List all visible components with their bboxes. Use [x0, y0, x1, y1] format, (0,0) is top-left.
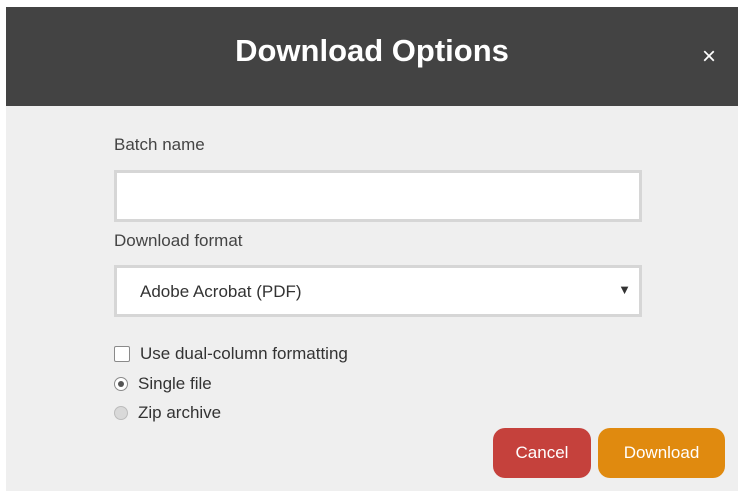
dual-column-label: Use dual-column formatting [140, 344, 348, 363]
dual-column-checkbox[interactable] [114, 346, 130, 362]
single-file-label: Single file [138, 374, 212, 393]
download-options-dialog: Download Options × Batch name Download f… [6, 7, 738, 491]
dialog-title: Download Options [235, 33, 509, 68]
dual-column-option[interactable]: Use dual-column formatting [114, 343, 348, 365]
single-file-option[interactable]: Single file [114, 373, 212, 395]
cancel-button[interactable]: Cancel [493, 428, 591, 478]
dropdown-arrow-icon: ▼ [618, 282, 631, 297]
zip-archive-option[interactable]: Zip archive [114, 402, 221, 424]
zip-archive-label: Zip archive [138, 403, 222, 422]
close-icon[interactable]: × [702, 45, 716, 69]
download-button[interactable]: Download [598, 428, 725, 478]
dialog-header: Download Options × [6, 7, 738, 106]
download-format-label: Download format [114, 231, 243, 250]
zip-archive-radio[interactable] [114, 406, 128, 420]
single-file-radio[interactable] [114, 377, 128, 391]
download-format-select[interactable]: Adobe Acrobat (PDF) ▼ [114, 265, 642, 317]
batch-name-input[interactable] [114, 170, 642, 222]
batch-name-label: Batch name [114, 135, 205, 154]
download-format-value: Adobe Acrobat (PDF) [140, 282, 302, 301]
